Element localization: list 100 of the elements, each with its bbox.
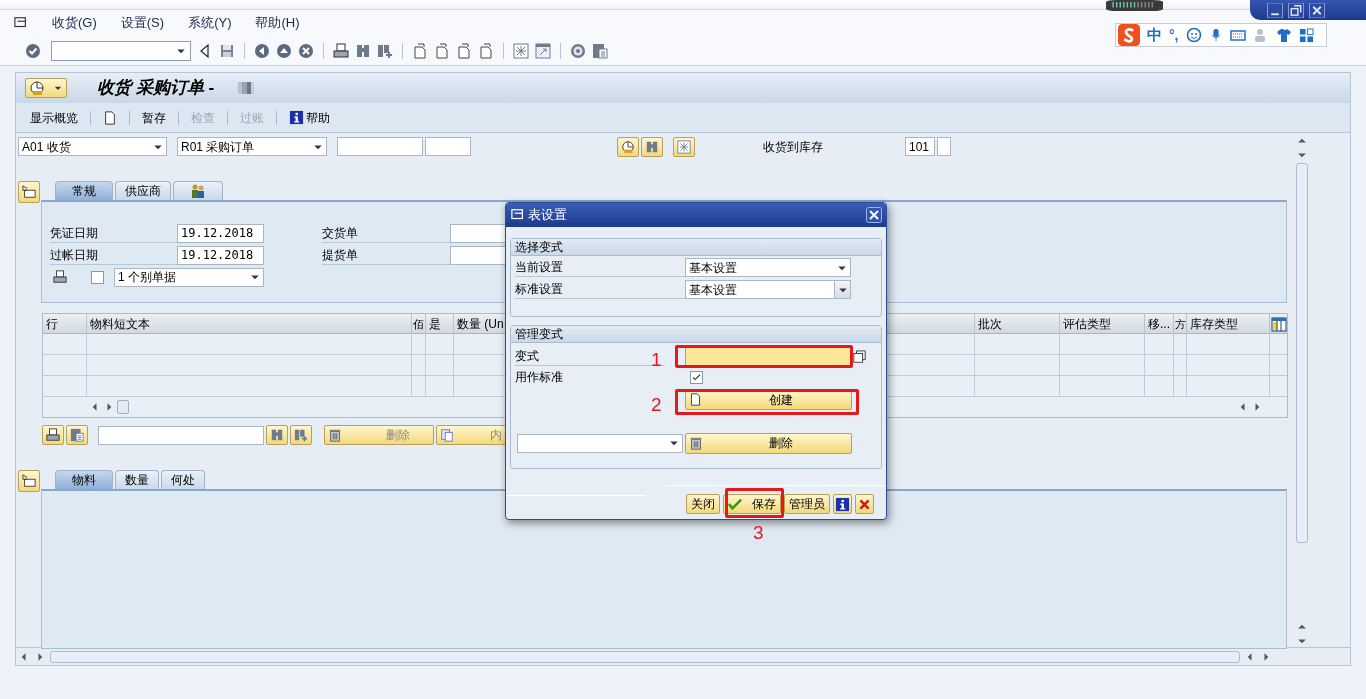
column-header[interactable]: 批次	[975, 314, 1060, 334]
date-input[interactable]: 19.12.2018	[177, 245, 264, 265]
smiley-icon[interactable]	[1185, 27, 1202, 43]
column-header[interactable]: 是	[426, 314, 454, 334]
column-header[interactable]: 佰	[412, 314, 426, 334]
dialog-button[interactable]: 关闭	[686, 494, 720, 514]
tab[interactable]	[173, 181, 223, 200]
column-header[interactable]: 移...	[1145, 314, 1174, 334]
dropdown-value: R01 采购订单	[181, 138, 256, 156]
command-field[interactable]	[51, 40, 191, 61]
save-button[interactable]: 保存	[723, 494, 781, 514]
save-icon[interactable]	[219, 42, 235, 59]
dropdown-value: 基本设置	[689, 259, 738, 277]
filter-button[interactable]	[66, 425, 88, 445]
first-page-icon[interactable]	[412, 42, 428, 59]
dropdown-button[interactable]	[834, 281, 850, 298]
column-settings-icon[interactable]	[1271, 316, 1287, 332]
printer-icon[interactable]	[53, 270, 67, 284]
new-document-icon	[689, 392, 702, 407]
shortcut-icon[interactable]	[535, 42, 551, 59]
column-header[interactable]: 库存类型	[1187, 314, 1270, 334]
variant-dropdown[interactable]: 基本设置	[685, 258, 851, 277]
value-help-icon[interactable]	[853, 349, 867, 364]
toolbar-item[interactable]: 暂存	[142, 108, 166, 127]
input-mode[interactable]: 中	[1147, 23, 1162, 47]
binoculars-plus-icon	[294, 428, 308, 442]
menu-item[interactable]: 帮助(H)	[255, 13, 300, 33]
menu-item[interactable]: 设置(S)	[120, 13, 165, 33]
cancel-icon[interactable]	[298, 42, 314, 59]
punctuation-mode[interactable]: °,	[1169, 24, 1179, 46]
column-header[interactable]: 评估类型	[1060, 314, 1145, 334]
previous-page-icon[interactable]	[434, 42, 450, 59]
close-icon[interactable]	[866, 207, 882, 223]
menu-item[interactable]: 收货(G)	[52, 13, 97, 33]
menu-item[interactable]: 系统(Y)	[188, 13, 232, 33]
tab[interactable]: 供应商	[115, 181, 171, 200]
checkbox[interactable]	[91, 270, 104, 284]
find-button[interactable]	[266, 425, 288, 445]
variant-dropdown[interactable]: 基本设置	[685, 280, 851, 299]
grid-icon[interactable]	[1298, 27, 1314, 43]
next-page-icon[interactable]	[456, 42, 472, 59]
panel-toggle-button[interactable]	[18, 181, 40, 203]
check-icon[interactable]	[25, 42, 41, 59]
tab[interactable]: 常规	[55, 181, 113, 200]
find-button[interactable]	[641, 136, 663, 157]
window-menu-icon[interactable]	[14, 16, 28, 30]
find-icon[interactable]	[355, 42, 371, 59]
print-list-button[interactable]	[42, 425, 64, 445]
reference-dropdown[interactable]: R01 采购订单	[177, 137, 327, 156]
delete-button[interactable]: 删除	[685, 432, 852, 454]
up-icon[interactable]	[276, 42, 292, 59]
tab[interactable]: 数量	[115, 470, 159, 489]
new-document-icon[interactable]	[103, 109, 117, 126]
microphone-icon[interactable]	[1208, 27, 1223, 43]
action-dropdown[interactable]: A01 收货	[18, 137, 167, 156]
info-button[interactable]	[833, 494, 852, 514]
back-icon[interactable]	[254, 42, 270, 59]
keyboard-icon[interactable]	[1229, 27, 1246, 43]
search-input[interactable]	[98, 425, 264, 445]
movement-type-input[interactable]: 101	[905, 137, 935, 156]
dropdown-value: 1 个别单据	[118, 269, 177, 286]
toolbar-item[interactable]: 显示概览	[30, 108, 78, 127]
scroll-thumb[interactable]	[117, 400, 129, 414]
date-input[interactable]: 19.12.2018	[177, 223, 264, 243]
print-icon[interactable]	[333, 42, 349, 59]
filter-icon	[70, 428, 84, 442]
shirt-icon[interactable]	[1275, 27, 1292, 43]
scroll-thumb[interactable]	[1296, 163, 1308, 543]
close-icon[interactable]	[1308, 2, 1326, 18]
help-button[interactable]: 帮助	[289, 108, 330, 127]
screen-title: 收货 采购订单 -	[97, 77, 215, 100]
toolbar-item: 过账	[240, 109, 264, 127]
window-menu-icon[interactable]	[511, 208, 525, 222]
find-next-button[interactable]	[290, 425, 312, 445]
screen-options-button[interactable]	[25, 78, 67, 98]
copy-icon	[440, 428, 454, 442]
item-input[interactable]	[425, 137, 471, 156]
print-option-dropdown[interactable]: 1 个别单据	[114, 267, 264, 287]
panel-toggle-button[interactable]	[18, 470, 40, 492]
grid-button[interactable]	[673, 136, 695, 157]
dropdown-value: 基本设置	[689, 281, 738, 299]
grid-icon	[677, 139, 691, 154]
restore-icon[interactable]	[1287, 2, 1305, 18]
cancel-button[interactable]	[855, 494, 874, 514]
column-header[interactable]: 方	[1174, 314, 1187, 334]
last-page-icon[interactable]	[478, 42, 494, 59]
scroll-thumb[interactable]	[50, 650, 1240, 663]
column-header[interactable]: 物料短文本	[87, 314, 412, 334]
column-header[interactable]: 行	[43, 314, 87, 334]
document-input[interactable]	[337, 137, 423, 156]
tab[interactable]: 物料	[55, 470, 113, 489]
layout-icon[interactable]	[592, 42, 608, 59]
special-stock-input[interactable]	[937, 137, 951, 156]
find-next-icon[interactable]	[377, 42, 393, 59]
minimize-icon[interactable]	[1266, 2, 1284, 18]
dialog-button[interactable]: 管理员	[784, 494, 830, 514]
tab[interactable]: 何处	[161, 470, 205, 489]
execute-button[interactable]	[617, 136, 639, 157]
checkbox[interactable]	[690, 370, 703, 384]
new-window-icon[interactable]	[513, 42, 529, 59]
